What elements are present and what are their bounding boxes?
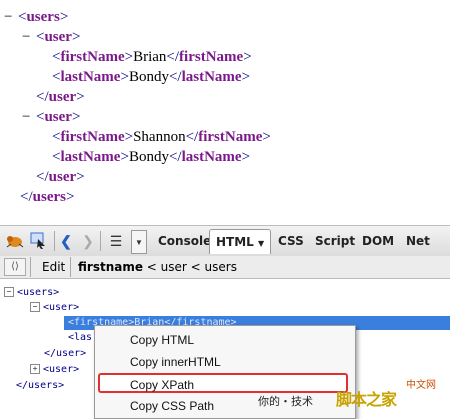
chevron-down-icon: ▼ xyxy=(258,239,265,248)
collapse-toggle[interactable]: − xyxy=(30,302,40,312)
dropdown-icon[interactable]: ▼ xyxy=(131,230,147,254)
breadcrumb-parents[interactable]: < user < users xyxy=(143,260,237,274)
toolbar-separator xyxy=(100,231,101,251)
tree-node-user[interactable]: − <user> xyxy=(30,301,79,315)
watermark-logo-sub: 中文网 xyxy=(406,380,436,391)
collapse-toggle[interactable]: − xyxy=(4,8,18,26)
firebug-toolbar: ❮ ❯ ☰ ▼ Console HTML ▼ CSS Script DOM Ne… xyxy=(0,225,450,257)
xml-line-user-open: − <user> xyxy=(22,108,81,126)
menu-item-copy-html[interactable]: Copy HTML xyxy=(103,330,343,350)
collapse-toggle[interactable]: − xyxy=(22,28,36,46)
tree-node-lastname[interactable]: <las xyxy=(68,331,92,345)
watermark-text: 你的・技术 xyxy=(258,396,313,408)
watermark-logo: 脚本之家 xyxy=(336,392,397,409)
tab-html[interactable]: HTML ▼ xyxy=(209,229,272,254)
back-icon[interactable]: ❮ xyxy=(58,230,74,252)
breadcrumb-bar: ⟨⟩ Edit firstname < user < users xyxy=(0,256,450,279)
tree-node-user[interactable]: + <user> xyxy=(30,363,79,377)
xml-line-user-close: </user> xyxy=(36,169,85,185)
tree-node-users-close[interactable]: </users> xyxy=(16,379,64,393)
forward-icon[interactable]: ❯ xyxy=(80,230,96,252)
xml-line-users-open: − <users> xyxy=(4,8,69,26)
breadcrumb-current[interactable]: firstname xyxy=(78,260,143,274)
xml-viewer: − <users> − <user> <firstName>Brian</first… xyxy=(0,0,450,222)
menu-item-copy-innerhtml[interactable]: Copy innerHTML xyxy=(103,352,343,372)
xml-line-lastname: <lastName>Bondy</lastName> xyxy=(52,149,251,165)
xml-line-firstname: <firstName>Brian</firstName> xyxy=(52,49,252,65)
xml-line-users-close: </users> xyxy=(20,189,75,205)
tab-css[interactable]: CSS xyxy=(272,229,310,253)
tree-node-users[interactable]: − <users> xyxy=(4,286,59,300)
tab-console[interactable]: Console xyxy=(152,229,217,253)
firebug-icon[interactable] xyxy=(4,230,26,252)
breadcrumb: firstname < user < users xyxy=(78,256,237,278)
xml-line-user-open: − <user> xyxy=(22,28,81,46)
inspect-icon[interactable] xyxy=(28,230,50,252)
expand-panel-icon[interactable]: ⟨⟩ xyxy=(4,258,26,276)
xml-line-lastname: <lastName>Bondy</lastName> xyxy=(52,69,251,85)
watermark: 你的・技术 脚本之家 中文网 xyxy=(258,380,450,414)
toolbar-separator xyxy=(30,257,31,277)
tab-dom[interactable]: DOM xyxy=(356,229,400,253)
xml-line-user-close: </user> xyxy=(36,89,85,105)
collapse-toggle[interactable]: − xyxy=(22,108,36,126)
toolbar-separator xyxy=(54,231,55,251)
tab-script[interactable]: Script xyxy=(309,229,361,253)
tab-net[interactable]: Net xyxy=(400,229,436,253)
tree-node-user-close[interactable]: </user> xyxy=(44,347,86,361)
xml-line-firstname: <firstName>Shannon</firstName> xyxy=(52,129,271,145)
list-icon[interactable]: ☰ xyxy=(104,230,128,252)
toolbar-separator xyxy=(70,257,71,277)
collapse-toggle[interactable]: − xyxy=(4,287,14,297)
edit-button[interactable]: Edit xyxy=(42,256,65,278)
expand-toggle[interactable]: + xyxy=(30,364,40,374)
